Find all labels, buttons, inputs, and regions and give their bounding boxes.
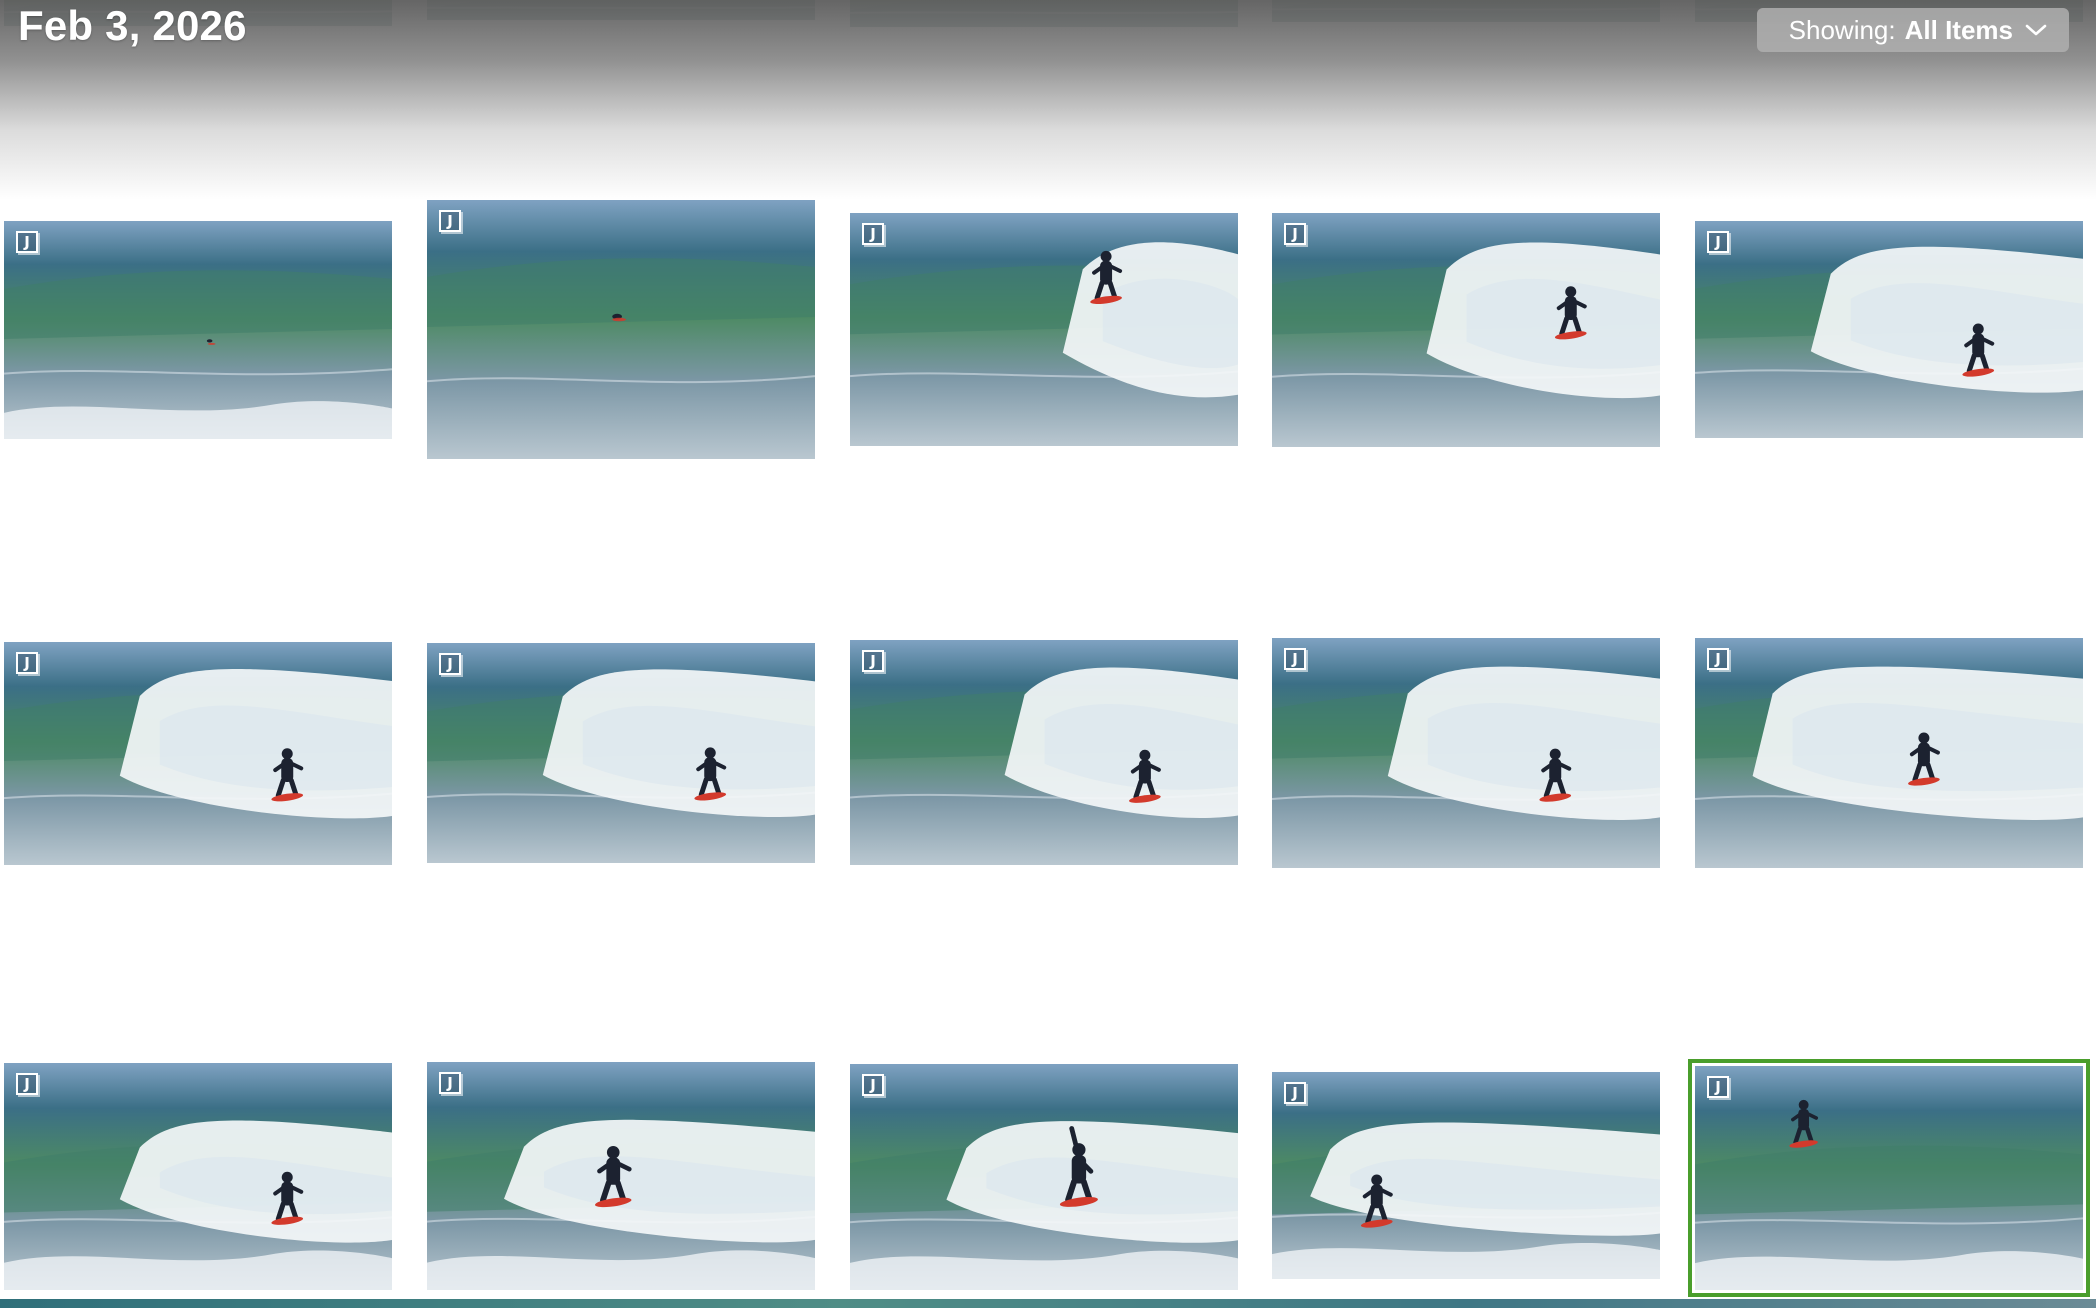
- jpeg-badge-icon: J: [1707, 231, 1729, 253]
- photo-image: [1272, 1072, 1660, 1279]
- photo-thumbnail[interactable]: J: [1695, 221, 2083, 438]
- photo-image: [427, 1062, 815, 1290]
- photo-thumbnail[interactable]: J: [427, 200, 815, 459]
- photo-thumbnail[interactable]: J: [427, 643, 815, 863]
- jpeg-badge-icon: J: [1284, 223, 1306, 245]
- photo-image: [4, 1063, 392, 1290]
- jpeg-badge-icon: J: [1707, 1076, 1729, 1098]
- photo-thumbnail[interactable]: J: [1272, 1072, 1660, 1279]
- jpeg-badge-icon: J: [439, 210, 461, 232]
- photo-image: [427, 200, 815, 459]
- jpeg-badge-icon: J: [862, 650, 884, 672]
- filter-prefix-label: Showing:: [1788, 14, 1896, 45]
- photo-image: [850, 0, 1238, 27]
- photo-image: [1272, 638, 1660, 868]
- photo-image: [850, 640, 1238, 865]
- photo-thumbnail[interactable]: [850, 0, 1238, 27]
- jpeg-badge-icon: J: [16, 231, 38, 253]
- photo-image: [1272, 213, 1660, 447]
- jpeg-badge-icon: J: [862, 223, 884, 245]
- showing-filter-button[interactable]: Showing: All Items: [1756, 8, 2069, 52]
- date-heading: Feb 3, 2026: [18, 2, 247, 49]
- photo-thumbnail-selected[interactable]: J: [1688, 1059, 2090, 1297]
- jpeg-badge-icon: J: [1284, 648, 1306, 670]
- photo-image: [427, 0, 815, 20]
- photo-thumbnail[interactable]: J: [1272, 638, 1660, 868]
- filter-value-label: All Items: [1904, 14, 2013, 45]
- jpeg-badge-icon: J: [1284, 1082, 1306, 1104]
- jpeg-badge-icon: J: [16, 652, 38, 674]
- chevron-down-icon: [2025, 24, 2047, 36]
- photo-thumbnail[interactable]: J: [427, 1062, 815, 1290]
- photo-thumbnail[interactable]: J: [850, 213, 1238, 446]
- next-row-peek: [0, 1299, 2096, 1308]
- photo-image: [1272, 0, 1660, 22]
- photo-thumbnail[interactable]: [1272, 0, 1660, 22]
- photo-thumbnail[interactable]: J: [1272, 213, 1660, 447]
- photo-thumbnail[interactable]: J: [4, 642, 392, 865]
- photo-thumbnail[interactable]: [427, 0, 815, 20]
- jpeg-badge-icon: J: [439, 1072, 461, 1094]
- photo-thumbnail[interactable]: J: [1695, 638, 2083, 868]
- photo-image: [1695, 638, 2083, 868]
- photo-grid-view: J J J J J J J J J J J J J J J Feb 3, 202…: [0, 0, 2096, 1308]
- photo-image: [1695, 1066, 2083, 1290]
- jpeg-badge-icon: J: [16, 1073, 38, 1095]
- photo-image: [1695, 221, 2083, 438]
- photo-image: [4, 221, 392, 439]
- photo-image: [850, 1064, 1238, 1290]
- photo-image: [4, 642, 392, 865]
- jpeg-badge-icon: J: [439, 653, 461, 675]
- photo-thumbnail[interactable]: J: [850, 1064, 1238, 1290]
- jpeg-badge-icon: J: [1707, 648, 1729, 670]
- photo-image: [850, 213, 1238, 446]
- jpeg-badge-icon: J: [862, 1074, 884, 1096]
- photo-thumbnail[interactable]: J: [4, 1063, 392, 1290]
- photo-image: [427, 643, 815, 863]
- photo-thumbnail[interactable]: J: [850, 640, 1238, 865]
- photo-thumbnail[interactable]: J: [4, 221, 392, 439]
